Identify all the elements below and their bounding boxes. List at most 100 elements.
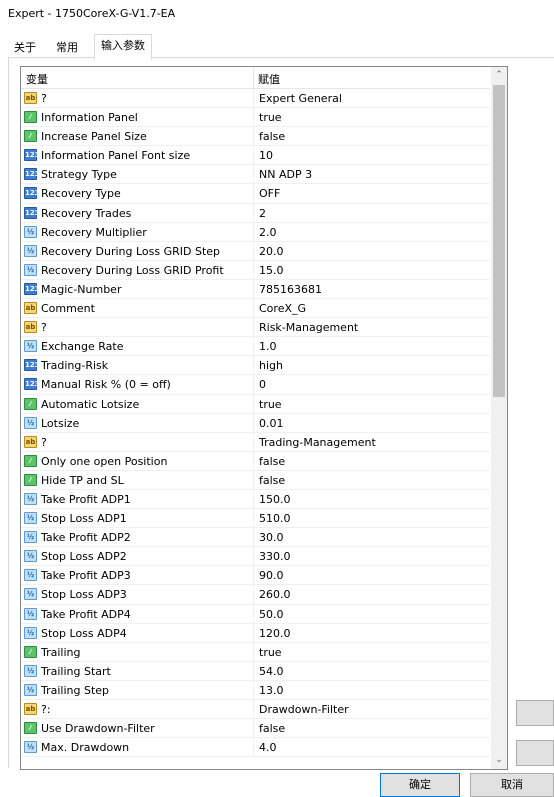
parameter-value[interactable]: 2.0 (259, 226, 484, 239)
parameter-row[interactable]: ⁄ Increase Panel Size false (21, 127, 490, 147)
parameter-row[interactable]: ½ Stop Loss ADP4 120.0 (21, 623, 490, 643)
parameter-row[interactable]: ab? Trading-Management (21, 432, 490, 452)
parameter-row[interactable]: ⁄ Only one open Position false (21, 451, 490, 471)
parameter-row[interactable]: ½ Stop Loss ADP3 260.0 (21, 585, 490, 605)
parameter-row[interactable]: 123 Manual Risk % (0 = off) 0 (21, 375, 490, 395)
parameter-name: ?: (41, 703, 51, 716)
parameter-value[interactable]: true (259, 111, 484, 124)
parameter-row[interactable]: ½ Max. Drawdown 4.0 (21, 738, 490, 758)
side-button-upper[interactable] (516, 700, 554, 726)
parameter-row[interactable]: ½ Stop Loss ADP2 330.0 (21, 547, 490, 567)
bool-type-icon: ⁄ (24, 454, 37, 467)
parameter-value[interactable]: 50.0 (259, 608, 484, 621)
parameter-row[interactable]: ⁄ Trailing true (21, 642, 490, 662)
parameter-value[interactable]: OFF (259, 187, 484, 200)
parameter-value[interactable]: false (259, 474, 484, 487)
parameter-row[interactable]: ab?: Drawdown-Filter (21, 700, 490, 720)
parameter-row[interactable]: ½ Trailing Step 13.0 (21, 680, 490, 700)
row-column-divider (253, 432, 254, 451)
parameter-row[interactable]: ½ Take Profit ADP3 90.0 (21, 566, 490, 586)
parameter-row[interactable]: ⁄ Automatic Lotsize true (21, 394, 490, 414)
parameter-value[interactable]: Drawdown-Filter (259, 703, 484, 716)
parameter-value[interactable]: 20.0 (259, 245, 484, 258)
parameter-value[interactable]: false (259, 722, 484, 735)
parameter-value[interactable]: 90.0 (259, 569, 484, 582)
parameter-value[interactable]: CoreX_G (259, 302, 484, 315)
column-header-variable[interactable]: 变量 (26, 71, 48, 87)
side-button-lower[interactable] (516, 740, 554, 766)
parameter-row[interactable]: ⁄ Hide TP and SL false (21, 470, 490, 490)
tab-about[interactable]: 关于 (8, 38, 42, 58)
parameter-value[interactable]: Risk-Management (259, 321, 484, 334)
scroll-thumb[interactable] (493, 85, 505, 397)
parameter-row[interactable]: ⁄ Use Drawdown-Filter false (21, 719, 490, 739)
row-column-divider (253, 337, 254, 356)
parameter-value[interactable]: 0.01 (259, 417, 484, 430)
parameter-row[interactable]: 123 Trading-Risk high (21, 356, 490, 376)
grid-header: 变量 赋值 (21, 67, 490, 89)
parameter-value[interactable]: 150.0 (259, 493, 484, 506)
parameter-row[interactable]: ½ Trailing Start 54.0 (21, 661, 490, 681)
parameter-value[interactable]: Trading-Management (259, 436, 484, 449)
parameter-row[interactable]: ½ Recovery During Loss GRID Step 20.0 (21, 241, 490, 261)
parameter-value[interactable]: false (259, 130, 484, 143)
parameter-row[interactable]: 123 Information Panel Font size 10 (21, 146, 490, 166)
cancel-button[interactable]: 取消 (470, 773, 554, 797)
parameter-value[interactable]: 2 (259, 207, 484, 220)
parameter-row[interactable]: ½ Recovery Multiplier 2.0 (21, 222, 490, 242)
parameter-value[interactable]: 15.0 (259, 264, 484, 277)
parameter-row[interactable]: ab? Risk-Management (21, 318, 490, 338)
parameter-row[interactable]: ab Comment CoreX_G (21, 299, 490, 319)
tab-common[interactable]: 常用 (50, 38, 84, 58)
parameter-name: Take Profit ADP2 (41, 531, 131, 545)
tab-inputs[interactable]: 输入参数 (94, 34, 152, 60)
parameter-row[interactable]: ½ Take Profit ADP1 150.0 (21, 489, 490, 510)
parameter-row[interactable]: 123 Recovery Type OFF (21, 184, 490, 204)
row-column-divider (253, 108, 254, 127)
parameter-row[interactable]: ½ Exchange Rate 1.0 (21, 337, 490, 357)
parameter-value[interactable]: 54.0 (259, 665, 484, 678)
double-type-icon: ½ (24, 588, 37, 601)
ok-button[interactable]: 确定 (380, 773, 460, 797)
parameter-row[interactable]: 123 Recovery Trades 2 (21, 203, 490, 223)
parameter-row[interactable]: 123 Magic-Number 785163681 (21, 279, 490, 300)
parameter-value[interactable]: 0 (259, 378, 484, 391)
row-column-divider (253, 680, 254, 699)
parameter-row[interactable]: ½ Lotsize 0.01 (21, 413, 490, 433)
column-divider[interactable] (253, 67, 254, 88)
parameter-value[interactable]: false (259, 455, 484, 468)
parameter-value[interactable]: true (259, 398, 484, 411)
parameter-row[interactable]: ½ Take Profit ADP2 30.0 (21, 528, 490, 548)
parameter-value[interactable]: 30.0 (259, 531, 484, 544)
vertical-scrollbar[interactable]: ⌃ ⌄ (491, 67, 507, 769)
parameter-value[interactable]: 10 (259, 149, 484, 162)
parameter-value[interactable]: 260.0 (259, 588, 484, 601)
parameter-value[interactable]: 330.0 (259, 550, 484, 563)
parameter-value[interactable]: 1.0 (259, 340, 484, 353)
parameter-row[interactable]: ½ Recovery During Loss GRID Profit 15.0 (21, 260, 490, 280)
parameter-value[interactable]: 13.0 (259, 684, 484, 697)
parameter-row[interactable]: ½ Take Profit ADP4 50.0 (21, 604, 490, 624)
scroll-up-icon[interactable]: ⌃ (491, 67, 507, 84)
row-column-divider (253, 451, 254, 470)
parameter-row[interactable]: 123 Strategy Type NN ADP 3 (21, 165, 490, 185)
parameter-value[interactable]: true (259, 646, 484, 659)
column-header-value[interactable]: 赋值 (258, 71, 280, 87)
parameter-value[interactable]: 120.0 (259, 627, 484, 640)
scroll-down-icon[interactable]: ⌄ (491, 752, 507, 769)
parameter-value[interactable]: Expert General (259, 92, 484, 105)
parameter-name: Trading-Risk (41, 359, 109, 373)
parameter-value[interactable]: 785163681 (259, 283, 484, 296)
parameter-row[interactable]: ⁄ Information Panel true (21, 108, 490, 128)
parameter-row[interactable]: ½ Stop Loss ADP1 510.0 (21, 509, 490, 529)
double-type-icon: ½ (24, 741, 37, 754)
parameter-name: Trailing Start (41, 664, 111, 678)
parameter-value[interactable]: 510.0 (259, 512, 484, 525)
row-column-divider (253, 585, 254, 604)
parameter-value[interactable]: 4.0 (259, 741, 484, 754)
parameter-row[interactable]: ab? Expert General (21, 89, 490, 109)
parameter-name: Max. Drawdown (41, 741, 130, 755)
parameter-value[interactable]: NN ADP 3 (259, 168, 484, 181)
parameter-value[interactable]: high (259, 359, 484, 372)
integer-type-icon: 123 (24, 359, 40, 372)
